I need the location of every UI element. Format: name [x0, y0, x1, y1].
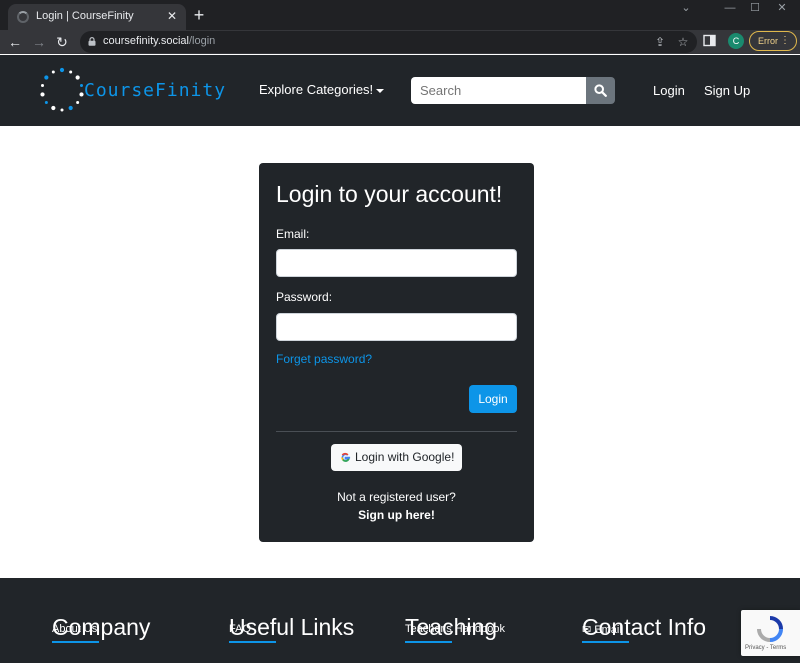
lock-icon	[88, 37, 96, 46]
new-tab-icon[interactable]: +	[190, 5, 208, 25]
google-icon	[341, 452, 351, 462]
footer-link[interactable]: About Us	[52, 623, 97, 635]
forgot-password-link[interactable]: Forget password?	[276, 352, 372, 366]
email-field[interactable]	[276, 249, 517, 277]
login-button[interactable]: Login	[469, 385, 517, 413]
close-tab-icon[interactable]: ✕	[164, 8, 180, 24]
browser-tab-strip: Login | CourseFinity ✕ + ⌄ — ☐ ✕	[0, 0, 800, 30]
password-field[interactable]	[276, 313, 517, 341]
footer-heading-underline	[229, 641, 276, 643]
not-registered-text: Not a registered user?	[337, 490, 456, 504]
card-divider	[276, 431, 517, 432]
footer-link[interactable]: Teacher's Handbook	[405, 623, 505, 635]
browser-tab[interactable]: Login | CourseFinity ✕	[8, 4, 186, 30]
profile-avatar[interactable]: C	[728, 33, 744, 49]
recaptcha-terms-text[interactable]: Privacy - Terms	[745, 645, 786, 651]
back-arrow-icon[interactable]: ←	[5, 32, 25, 52]
footer-link[interactable]: FAQ	[229, 623, 251, 635]
recaptcha-badge[interactable]: Privacy - Terms	[741, 610, 800, 656]
window-close-icon[interactable]: ✕	[770, 0, 794, 16]
search-icon	[594, 84, 607, 97]
recaptcha-icon	[757, 616, 783, 642]
login-title: Login to your account!	[276, 181, 503, 207]
mail-icon: ✉	[582, 624, 595, 636]
nav-login-link[interactable]: Login	[653, 83, 685, 98]
search-form	[411, 77, 615, 104]
coursefinity-logo-icon[interactable]	[37, 65, 87, 115]
site-navbar: CourseFinity Explore Categories! Login S…	[0, 55, 800, 126]
login-with-google-button[interactable]: Login with Google!	[331, 444, 462, 471]
footer-heading-underline	[582, 641, 629, 643]
side-panel-icon[interactable]	[703, 34, 717, 48]
kebab-menu-icon: ⋮	[780, 35, 790, 46]
url-text: coursefinity.social/login	[103, 35, 216, 47]
email-label: Email:	[276, 227, 310, 241]
brand-name[interactable]: CourseFinity	[84, 80, 226, 101]
minimize-icon[interactable]: —	[718, 0, 742, 16]
site-footer: Company About Us Useful Links FAQ Teachi…	[0, 578, 800, 663]
maximize-icon[interactable]: ☐	[743, 0, 767, 16]
loading-spinner-icon	[17, 11, 29, 23]
bookmark-star-icon[interactable]: ☆	[675, 34, 691, 50]
error-badge[interactable]: Error ⋮	[749, 31, 797, 51]
signup-here-link[interactable]: Sign up here!	[259, 508, 534, 522]
share-icon[interactable]: ⇪	[652, 34, 668, 50]
address-bar[interactable]: coursefinity.social/login ⇪ ☆	[80, 31, 697, 53]
password-label: Password:	[276, 290, 333, 304]
search-button[interactable]	[586, 77, 615, 104]
footer-heading-underline	[52, 641, 99, 643]
footer-email-link[interactable]: ✉ Email	[582, 623, 622, 636]
login-card: Login to your account! Email: Password: …	[259, 163, 534, 542]
tab-search-chevron-icon[interactable]: ⌄	[674, 0, 698, 16]
explore-categories-dropdown[interactable]: Explore Categories!	[259, 82, 385, 97]
nav-signup-link[interactable]: Sign Up	[704, 83, 750, 98]
google-button-label: Login with Google!	[355, 450, 455, 464]
caret-down-icon	[376, 88, 385, 93]
forward-arrow-icon[interactable]: →	[29, 32, 49, 52]
reload-icon[interactable]: ↻	[52, 32, 72, 52]
footer-heading-underline	[405, 641, 452, 643]
tab-title: Login | CourseFinity	[36, 10, 134, 22]
search-input[interactable]	[411, 77, 586, 104]
browser-toolbar: ← → ↻ coursefinity.social/login ⇪ ☆ C Er…	[0, 30, 800, 54]
